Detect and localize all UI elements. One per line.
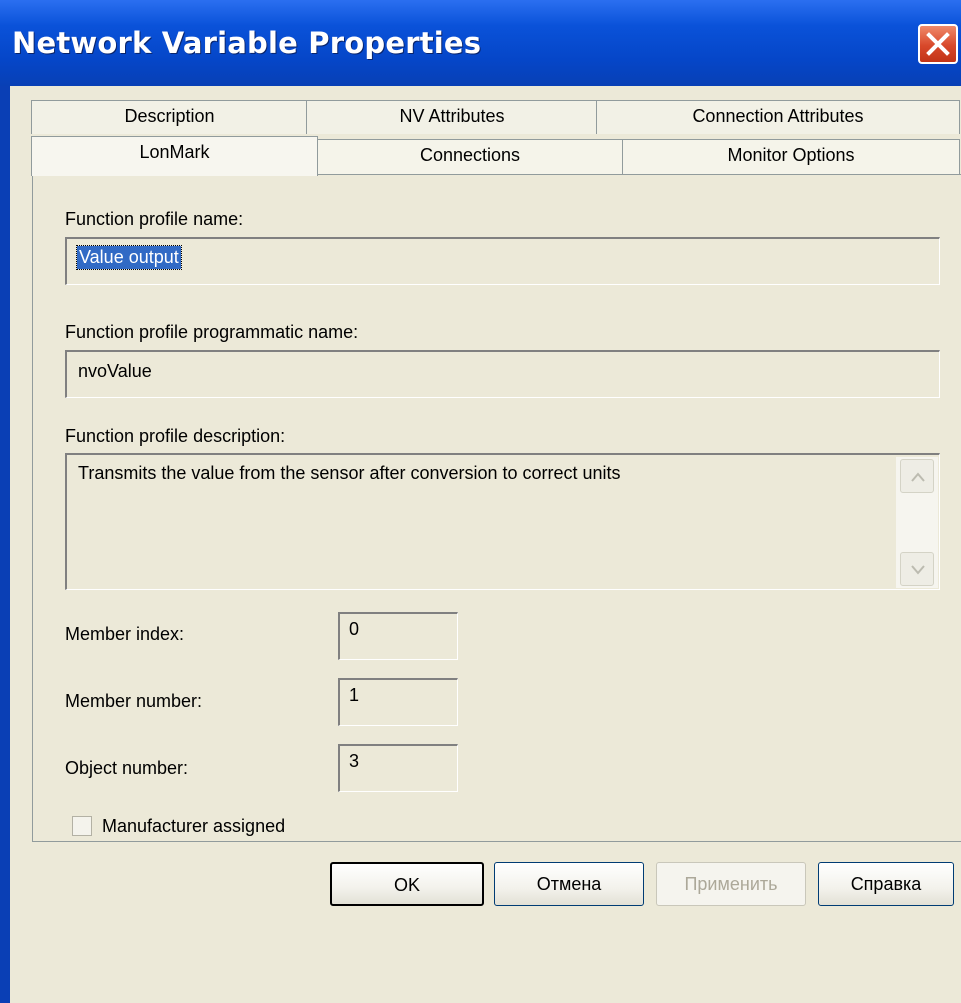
object-number-field[interactable]: 3 (338, 744, 458, 792)
chevron-up-icon (911, 472, 925, 482)
member-number-label: Member number: (65, 691, 203, 711)
object-number-label: Object number: (65, 758, 189, 778)
fp-description-textarea[interactable]: Transmits the value from the sensor afte… (65, 453, 940, 590)
description-scrollbar[interactable] (896, 457, 938, 588)
fp-name-field[interactable]: Value output (65, 237, 940, 285)
tab-monitor-options[interactable]: Monitor Options (622, 139, 960, 174)
fp-programmatic-name-field[interactable]: nvoValue (65, 350, 940, 398)
scroll-up-button[interactable] (900, 459, 934, 493)
member-index-field[interactable]: 0 (338, 612, 458, 660)
scroll-down-button[interactable] (900, 552, 934, 586)
member-index-value: 0 (349, 619, 360, 639)
member-index-label: Member index: (65, 624, 185, 644)
tab-description[interactable]: Description (31, 100, 308, 134)
object-number-value: 3 (349, 751, 360, 771)
tab-connection-attributes[interactable]: Connection Attributes (596, 100, 960, 134)
fp-description-label: Function profile description: (65, 426, 286, 446)
tab-connections-label: Connections (419, 145, 521, 165)
close-icon (926, 32, 950, 56)
fp-programmatic-name-label: Function profile programmatic name: (65, 322, 359, 342)
ok-button-label: OK (393, 875, 420, 895)
tab-lonmark-label: LonMark (139, 142, 210, 162)
tab-lonmark[interactable]: LonMark (31, 136, 318, 176)
tab-connection-attributes-label: Connection Attributes (692, 106, 864, 126)
fp-description-value: Transmits the value from the sensor afte… (78, 463, 621, 483)
help-button-label: Справка (850, 874, 922, 894)
title-bar[interactable]: Network Variable Properties (0, 0, 961, 86)
cancel-button-label: Отмена (536, 874, 602, 894)
tab-description-label: Description (124, 106, 215, 126)
tab-monitor-options-label: Monitor Options (727, 145, 855, 165)
help-button[interactable]: Справка (818, 862, 954, 906)
chevron-down-icon (911, 565, 925, 575)
dialog-window: Network Variable Properties Description … (0, 0, 961, 1003)
manufacturer-assigned-checkbox[interactable] (72, 816, 92, 836)
cancel-button[interactable]: Отмена (494, 862, 644, 906)
member-number-value: 1 (349, 685, 360, 705)
close-button[interactable] (918, 24, 958, 64)
apply-button-label: Применить (684, 874, 778, 894)
tab-nv-attributes[interactable]: NV Attributes (306, 100, 598, 134)
member-number-field[interactable]: 1 (338, 678, 458, 726)
fp-programmatic-name-value: nvoValue (78, 361, 152, 381)
fp-name-value: Value output (76, 245, 182, 270)
tab-nv-attributes-label: NV Attributes (399, 106, 505, 126)
tab-connections[interactable]: Connections (316, 139, 624, 174)
manufacturer-assigned-label[interactable]: Manufacturer assigned (102, 816, 285, 837)
ok-button[interactable]: OK (330, 862, 484, 906)
apply-button: Применить (656, 862, 806, 906)
fp-name-label: Function profile name: (65, 209, 244, 229)
window-title: Network Variable Properties (12, 26, 482, 60)
